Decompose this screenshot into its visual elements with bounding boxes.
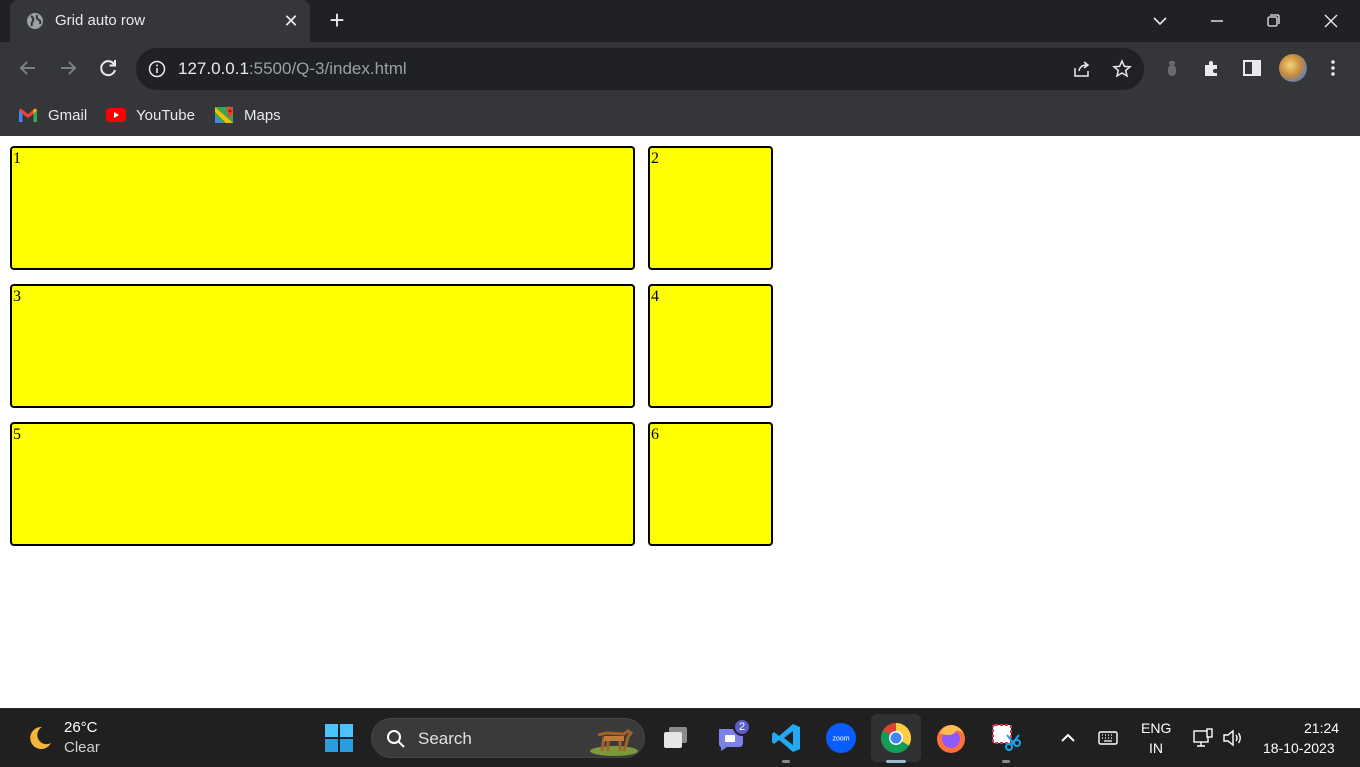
globe-icon	[27, 13, 43, 29]
profile-avatar[interactable]	[1279, 54, 1307, 82]
chevron-up-icon[interactable]	[1057, 727, 1079, 749]
bookmark-youtube[interactable]: YouTube	[106, 104, 195, 126]
windows-taskbar: 26°C Clear Search 2 zoom ENG IN 21:24 18…	[0, 708, 1360, 767]
youtube-icon	[106, 108, 126, 122]
clock-time[interactable]: 21:24	[1304, 720, 1339, 736]
search-icon	[387, 730, 405, 748]
bookmarks-bar: Gmail YouTube Maps	[0, 94, 1360, 136]
page-viewport: 1 2 3 4 5 6	[0, 136, 1360, 708]
bookmark-label: Maps	[244, 106, 281, 124]
bookmark-label: Gmail	[48, 106, 88, 124]
network-icon[interactable]	[1192, 727, 1214, 749]
puzzle-extensions-icon[interactable]	[1201, 57, 1223, 79]
close-tab-icon[interactable]: ✕	[281, 11, 301, 31]
vscode-icon[interactable]	[769, 721, 803, 755]
snipping-tool-icon[interactable]	[989, 721, 1023, 755]
gmail-icon	[19, 108, 37, 122]
bookmark-maps[interactable]: Maps	[214, 104, 281, 126]
language-indicator[interactable]: ENG	[1141, 720, 1171, 736]
tab-strip: Grid auto row ✕ +	[0, 0, 1360, 42]
grid-item-1: 1	[10, 146, 635, 270]
taskbar-search[interactable]: Search	[371, 718, 645, 758]
minimize-icon[interactable]	[1204, 8, 1230, 34]
moon-weather-icon[interactable]	[24, 723, 54, 753]
browser-tab[interactable]: Grid auto row ✕	[10, 0, 310, 42]
url-text[interactable]: 127.0.0.1:5500/Q-3/index.html	[178, 59, 407, 79]
grid-item-6: 6	[648, 422, 773, 546]
share-icon[interactable]	[1072, 59, 1092, 79]
search-label: Search	[418, 729, 472, 748]
close-window-icon[interactable]	[1318, 8, 1344, 34]
weather-condition[interactable]: Clear	[64, 739, 100, 756]
bookmark-label: YouTube	[136, 106, 195, 124]
clock-date[interactable]: 18-10-2023	[1263, 740, 1335, 756]
grid-item-3: 3	[10, 284, 635, 408]
chat-notification-badge: 2	[733, 718, 751, 736]
tab-search-chevron-icon[interactable]	[1147, 8, 1173, 34]
running-indicator	[782, 760, 790, 763]
reload-icon[interactable]	[96, 56, 120, 80]
tab-title: Grid auto row	[55, 12, 146, 29]
site-info-icon[interactable]	[148, 60, 166, 78]
zoom-icon[interactable]: zoom	[824, 721, 858, 755]
language-region[interactable]: IN	[1149, 740, 1163, 756]
url-path: :5500/Q-3/index.html	[248, 59, 407, 78]
extension-icon[interactable]	[1161, 57, 1183, 79]
side-panel-icon[interactable]	[1241, 57, 1263, 79]
bookmark-star-icon[interactable]	[1112, 59, 1132, 79]
search-highlight-animal-icon	[590, 729, 638, 756]
volume-icon[interactable]	[1221, 727, 1243, 749]
restore-icon[interactable]	[1260, 8, 1286, 34]
chrome-icon[interactable]	[879, 721, 913, 755]
windows-start-icon[interactable]	[322, 721, 356, 755]
new-tab-button[interactable]: +	[324, 7, 350, 34]
grid-item-2: 2	[648, 146, 773, 270]
url-host: 127.0.0.1	[178, 59, 249, 78]
active-indicator	[886, 760, 906, 763]
weather-temperature[interactable]: 26°C	[64, 719, 98, 736]
forward-arrow-icon[interactable]	[56, 56, 80, 80]
grid-item-4: 4	[648, 284, 773, 408]
back-arrow-icon[interactable]	[16, 56, 40, 80]
address-bar[interactable]: 127.0.0.1:5500/Q-3/index.html	[136, 48, 1144, 90]
bookmark-gmail[interactable]: Gmail	[18, 104, 87, 126]
maps-icon	[215, 106, 234, 123]
svg-text:zoom: zoom	[832, 736, 849, 743]
keyboard-icon[interactable]	[1097, 727, 1119, 749]
grid-container: 1 2 3 4 5 6	[10, 146, 773, 546]
firefox-icon[interactable]	[934, 721, 968, 755]
running-indicator	[1002, 760, 1010, 763]
grid-item-5: 5	[10, 422, 635, 546]
task-view-icon[interactable]	[659, 721, 693, 755]
menu-kebab-icon[interactable]	[1322, 57, 1344, 79]
browser-toolbar: 127.0.0.1:5500/Q-3/index.html	[0, 42, 1360, 94]
